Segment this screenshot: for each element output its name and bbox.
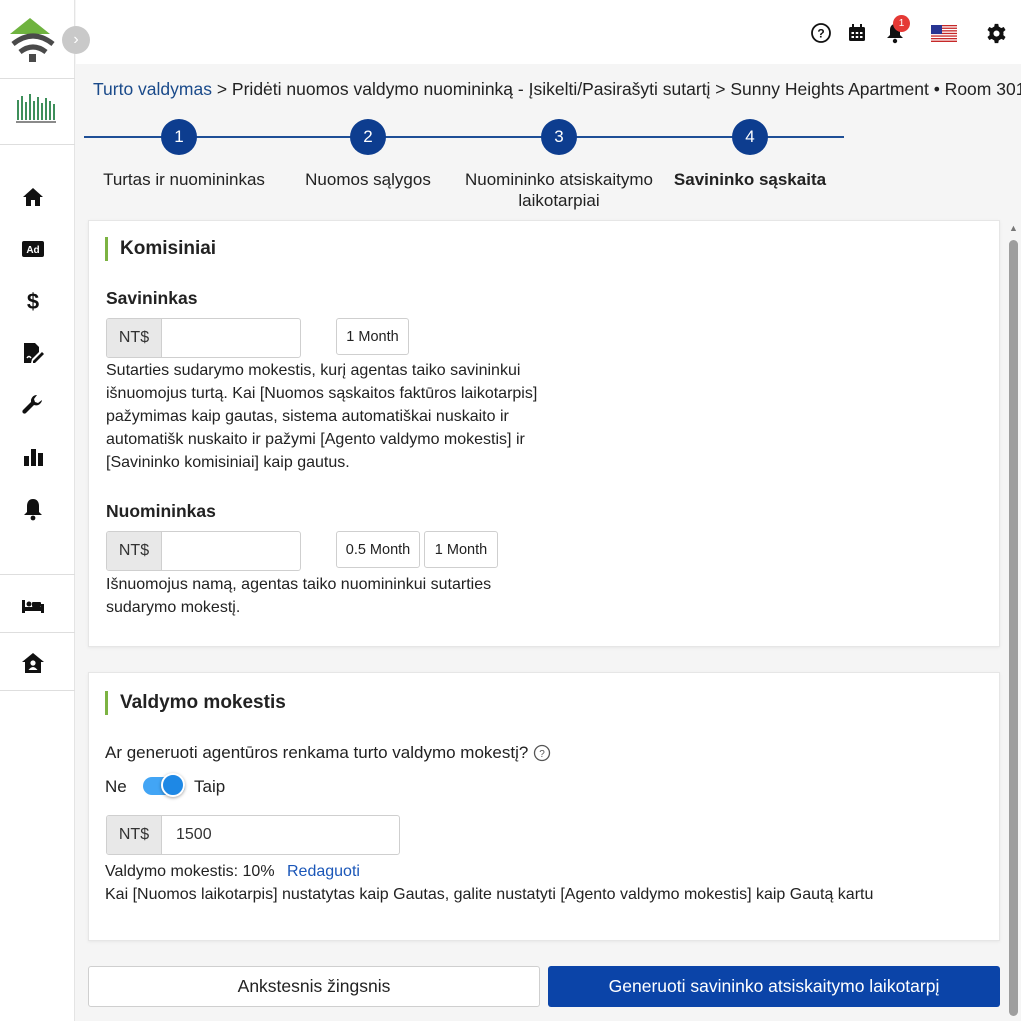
- calendar-icon[interactable]: [846, 22, 868, 44]
- previous-step-button[interactable]: Ankstesnis žingsnis: [88, 966, 540, 1007]
- gear-icon[interactable]: [985, 22, 1007, 44]
- svg-text:?: ?: [817, 27, 824, 41]
- owner-label: Savininkas: [106, 288, 198, 308]
- sidebar-divider: [0, 574, 75, 575]
- management-fee-section-title: Valdymo mokestis: [105, 691, 286, 715]
- toggle-off-label: Ne: [105, 777, 127, 796]
- sidebar-divider: [0, 78, 75, 79]
- wrench-icon[interactable]: [19, 392, 47, 418]
- currency-prefix: NT$: [107, 319, 162, 357]
- ad-icon[interactable]: Ad: [19, 236, 47, 262]
- tenant-half-month-button[interactable]: 0.5 Month: [336, 531, 420, 568]
- wifi-house-logo-icon[interactable]: [8, 14, 60, 64]
- management-fee-rate: Valdymo mokestis: 10%: [105, 863, 275, 880]
- owner-one-month-button[interactable]: 1 Month: [336, 318, 409, 355]
- step-2-label: Nuomos sąlygos: [305, 170, 431, 189]
- step-1-circle[interactable]: 1: [161, 119, 197, 155]
- scroll-up-arrow-icon[interactable]: ▲: [1009, 223, 1018, 233]
- svg-text:Ad: Ad: [26, 245, 39, 256]
- contract-sign-icon[interactable]: [19, 340, 47, 366]
- notification-count-badge: 1: [893, 15, 910, 32]
- currency-prefix: NT$: [107, 532, 162, 570]
- tenant-one-month-button[interactable]: 1 Month: [424, 531, 498, 568]
- home-icon[interactable]: [19, 184, 47, 210]
- sidebar-divider: [0, 632, 75, 633]
- sidebar-divider: [0, 690, 75, 691]
- step-4-circle[interactable]: 4: [732, 119, 768, 155]
- help-circle-icon[interactable]: ?: [810, 22, 832, 44]
- sidebar-collapse-button[interactable]: ›: [62, 26, 90, 54]
- management-fee-input[interactable]: NT$ 1500: [106, 815, 400, 855]
- organization-logo-icon: [14, 92, 58, 126]
- breadcrumb: Turto valdymas > Pridėti nuomos valdymo …: [93, 79, 1021, 100]
- question-help-icon[interactable]: ?: [533, 744, 551, 762]
- tenant-commission-input[interactable]: NT$: [106, 531, 301, 571]
- step-3-circle[interactable]: 3: [541, 119, 577, 155]
- house-user-icon[interactable]: [19, 650, 47, 676]
- svg-text:$: $: [27, 289, 39, 313]
- tenant-label: Nuomininkas: [106, 501, 216, 521]
- owner-commission-value[interactable]: [162, 319, 300, 357]
- sidebar: Ad $: [0, 0, 75, 1021]
- step-2-circle[interactable]: 2: [350, 119, 386, 155]
- svg-text:?: ?: [540, 749, 546, 760]
- breadcrumb-trail: > Pridėti nuomos valdymo nuomininką - Įs…: [211, 79, 1021, 99]
- step-3-label: Nuomininko atsiskaitymo laikotarpiai: [464, 170, 653, 210]
- tenant-commission-value[interactable]: [162, 532, 300, 570]
- toggle-knob[interactable]: [161, 773, 185, 797]
- currency-prefix: NT$: [107, 816, 162, 854]
- edit-rate-link[interactable]: Redaguoti: [287, 863, 360, 880]
- bed-icon[interactable]: [19, 592, 47, 618]
- scrollbar-thumb[interactable]: [1009, 240, 1018, 1016]
- bell-icon[interactable]: [19, 496, 47, 522]
- management-fee-question-row: Ar generuoti agentūros renkama turto val…: [105, 743, 551, 763]
- step-1-label: Turtas ir nuomininkas: [103, 170, 265, 189]
- toggle-on-label: Taip: [194, 777, 226, 796]
- commission-card: Komisiniai Savininkas NT$ 1 Month Sutart…: [88, 220, 1000, 647]
- tenant-commission-help: Išnuomojus namą, agentas taiko nuominink…: [106, 576, 492, 616]
- owner-commission-input[interactable]: NT$: [106, 318, 301, 358]
- commission-section-title: Komisiniai: [105, 237, 216, 261]
- dollar-icon[interactable]: $: [19, 288, 47, 314]
- sidebar-divider: [0, 144, 75, 145]
- management-fee-value[interactable]: 1500: [162, 816, 399, 854]
- generate-owner-settlement-button[interactable]: Generuoti savininko atsiskaitymo laikota…: [548, 966, 1000, 1007]
- stepper-line: [84, 136, 844, 138]
- management-fee-note: Kai [Nuomos laikotarpis] nustatytas kaip…: [105, 886, 874, 903]
- breadcrumb-link-property-management[interactable]: Turto valdymas: [93, 79, 212, 99]
- owner-commission-help: Sutarties sudarymo mokestis, kurį agenta…: [106, 362, 538, 471]
- us-flag-icon[interactable]: [931, 22, 957, 44]
- step-4-label: Savininko sąskaita: [673, 170, 827, 189]
- management-fee-card: Valdymo mokestis Ar generuoti agentūros …: [88, 672, 1000, 941]
- top-bar: [76, 0, 1021, 64]
- chevron-right-icon: ›: [73, 31, 79, 48]
- bar-chart-icon[interactable]: [19, 444, 47, 470]
- management-fee-question: Ar generuoti agentūros renkama turto val…: [105, 743, 529, 762]
- management-fee-rate-row: Valdymo mokestis: 10% Redaguoti: [105, 863, 360, 881]
